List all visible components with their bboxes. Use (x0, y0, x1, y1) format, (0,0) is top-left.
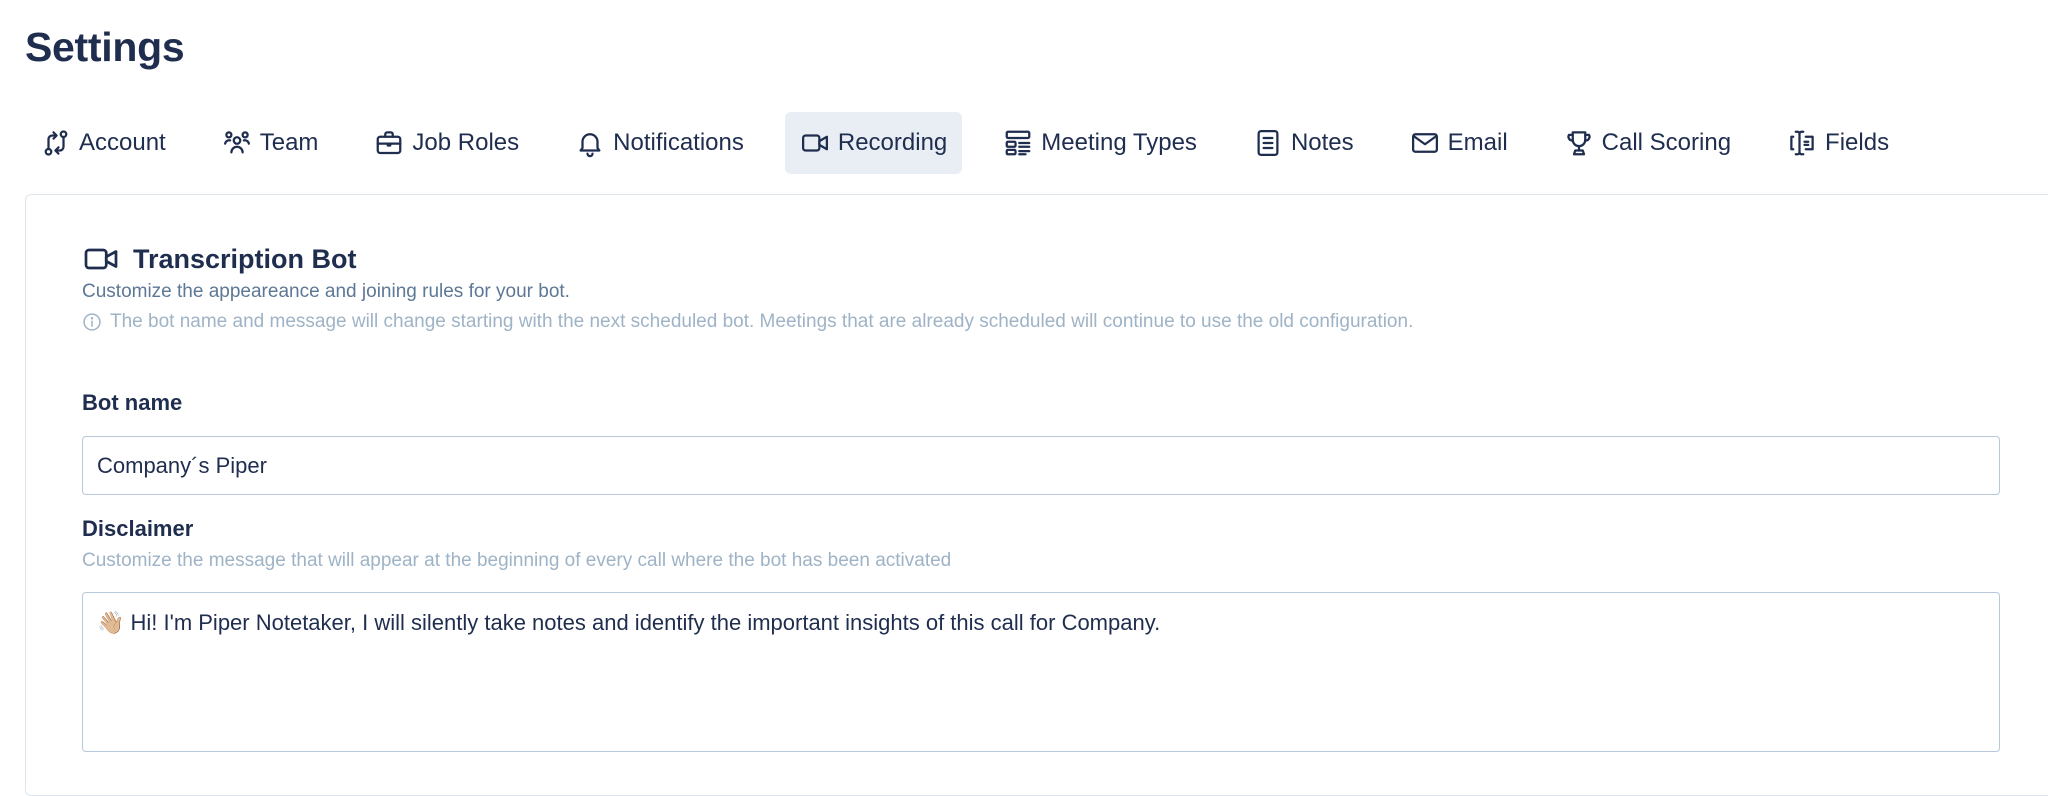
info-icon (82, 312, 102, 332)
tab-recording[interactable]: Recording (784, 112, 963, 174)
layout-list-icon (1003, 128, 1033, 158)
tab-label: Job Roles (412, 129, 520, 156)
tab-notes[interactable]: Notes (1238, 112, 1369, 174)
bot-name-input[interactable] (82, 436, 2000, 495)
disclaimer-label: Disclaimer (82, 516, 194, 541)
settings-tabs: Account Team Job Roles Notifications Rec… (26, 112, 1930, 174)
video-camera-icon (83, 241, 119, 277)
tab-call-scoring[interactable]: Call Scoring (1549, 112, 1746, 174)
page-title: Settings (25, 24, 185, 70)
tab-label: Email (1447, 129, 1508, 156)
trophy-icon (1564, 128, 1594, 158)
section-header: Transcription Bot (83, 241, 357, 277)
account-flow-icon (41, 128, 71, 158)
section-title: Transcription Bot (133, 243, 357, 274)
tab-account[interactable]: Account (26, 112, 181, 174)
disclaimer-help: Customize the message that will appear a… (82, 550, 952, 571)
tab-meeting-types[interactable]: Meeting Types (988, 112, 1212, 174)
disclaimer-textarea[interactable]: 👋🏼 Hi! I'm Piper Notetaker, I will silen… (82, 592, 2000, 752)
tab-label: Call Scoring (1601, 129, 1732, 156)
team-icon (222, 128, 252, 158)
transcription-bot-panel: Transcription Bot Customize the appearea… (25, 194, 2048, 796)
tab-label: Notes (1290, 129, 1354, 156)
section-description: Customize the appeareance and joining ru… (82, 281, 570, 302)
tab-job-roles[interactable]: Job Roles (359, 112, 534, 174)
info-note: The bot name and message will change sta… (82, 311, 1413, 333)
video-camera-icon (800, 128, 830, 158)
tab-label: Recording (837, 129, 948, 156)
bell-icon (575, 128, 605, 158)
tab-label: Fields (1825, 129, 1890, 156)
tab-label: Team (259, 129, 319, 156)
text-cursor-icon (1787, 128, 1817, 158)
tab-fields[interactable]: Fields (1772, 112, 1904, 174)
mail-icon (1410, 128, 1440, 158)
document-icon (1253, 128, 1283, 158)
tab-notifications[interactable]: Notifications (560, 112, 759, 174)
tab-label: Account (79, 129, 166, 156)
bot-name-label: Bot name (82, 390, 183, 415)
info-text: The bot name and message will change sta… (110, 311, 1414, 332)
tab-email[interactable]: Email (1395, 112, 1523, 174)
tab-label: Notifications (613, 129, 744, 156)
briefcase-icon (374, 128, 404, 158)
tab-label: Meeting Types (1041, 129, 1197, 156)
tab-team[interactable]: Team (207, 112, 334, 174)
